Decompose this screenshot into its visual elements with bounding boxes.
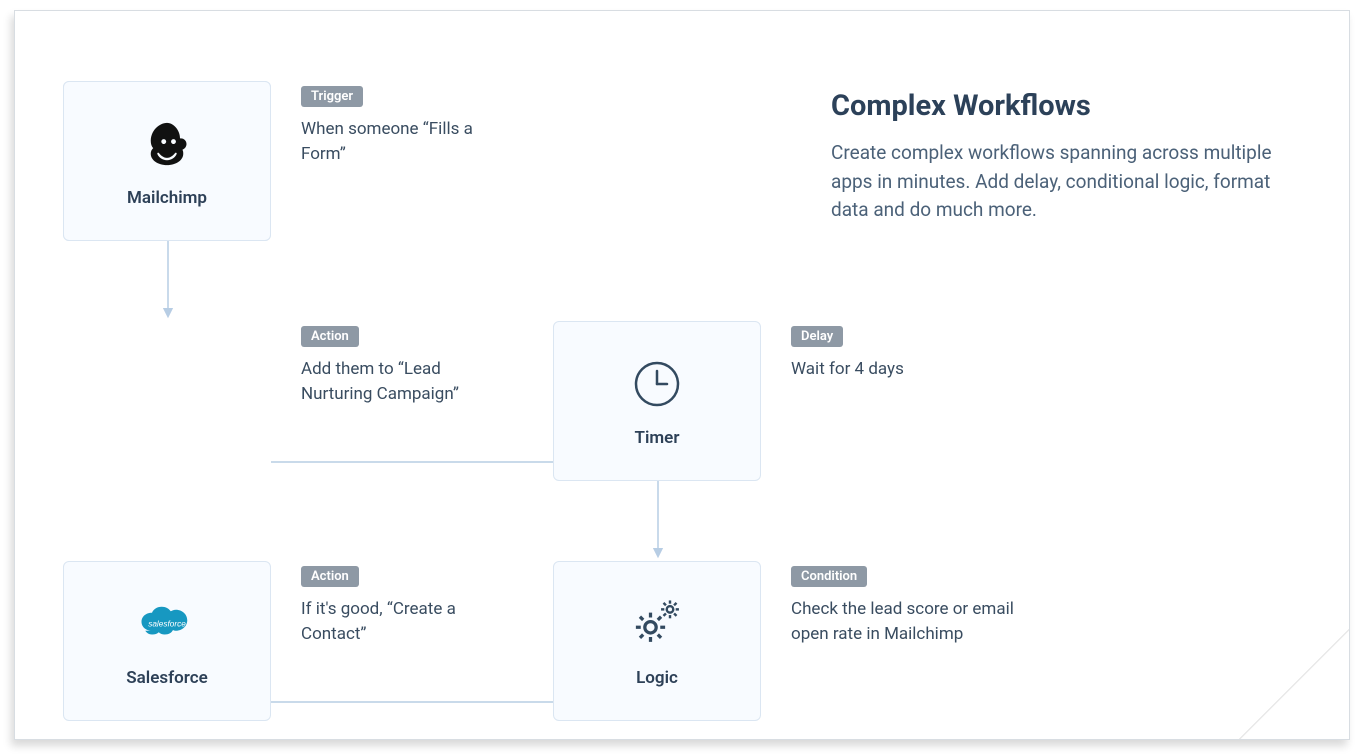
badge-delay: Delay	[791, 326, 843, 347]
node-label: Salesforce	[126, 668, 207, 688]
gears-icon	[627, 594, 687, 654]
salesforce-icon: salesforce	[137, 594, 197, 654]
desc-text: Add them to “Lead Nurturing Campaign”	[301, 357, 511, 406]
clock-icon	[627, 354, 687, 414]
mailchimp-icon	[137, 114, 197, 174]
node-label: Logic	[636, 668, 678, 688]
badge-action: Action	[301, 566, 359, 587]
desc-text: Check the lead score or email open rate …	[791, 597, 1021, 646]
node-label: Timer	[635, 428, 680, 448]
node-salesforce[interactable]: salesforce Salesforce	[63, 561, 271, 721]
desc-action1: Action Add them to “Lead Nurturing Campa…	[301, 325, 511, 406]
connector-arrow	[657, 481, 659, 561]
node-label: Mailchimp	[127, 188, 207, 208]
badge-trigger: Trigger	[301, 86, 363, 107]
connector-line	[271, 461, 553, 463]
desc-text: When someone “Fills a Form”	[301, 117, 511, 166]
heading-block: Complex Workflows Create complex workflo…	[831, 89, 1301, 225]
node-logic[interactable]: Logic	[553, 561, 761, 721]
desc-text: Wait for 4 days	[791, 357, 1021, 382]
heading-body: Create complex workflows spanning across…	[831, 139, 1301, 225]
badge-action: Action	[301, 326, 359, 347]
desc-trigger: Trigger When someone “Fills a Form”	[301, 85, 511, 166]
desc-condition: Condition Check the lead score or email …	[791, 565, 1021, 646]
connector-line	[271, 701, 553, 703]
badge-condition: Condition	[791, 566, 867, 587]
desc-action2: Action If it's good, “Create a Contact”	[301, 565, 511, 646]
node-timer[interactable]: Timer	[553, 321, 761, 481]
svg-text:salesforce: salesforce	[148, 619, 186, 628]
desc-delay: Delay Wait for 4 days	[791, 325, 1021, 382]
workflow-canvas: T Typeform Trigger When someone “Fills a…	[63, 81, 793, 721]
heading-title: Complex Workflows	[831, 89, 1301, 123]
connector-arrow	[167, 241, 169, 321]
page-curl	[1239, 629, 1349, 739]
desc-text: If it's good, “Create a Contact”	[301, 597, 511, 646]
node-mailchimp[interactable]: Mailchimp	[63, 81, 271, 241]
page-card: Complex Workflows Create complex workflo…	[14, 10, 1350, 740]
